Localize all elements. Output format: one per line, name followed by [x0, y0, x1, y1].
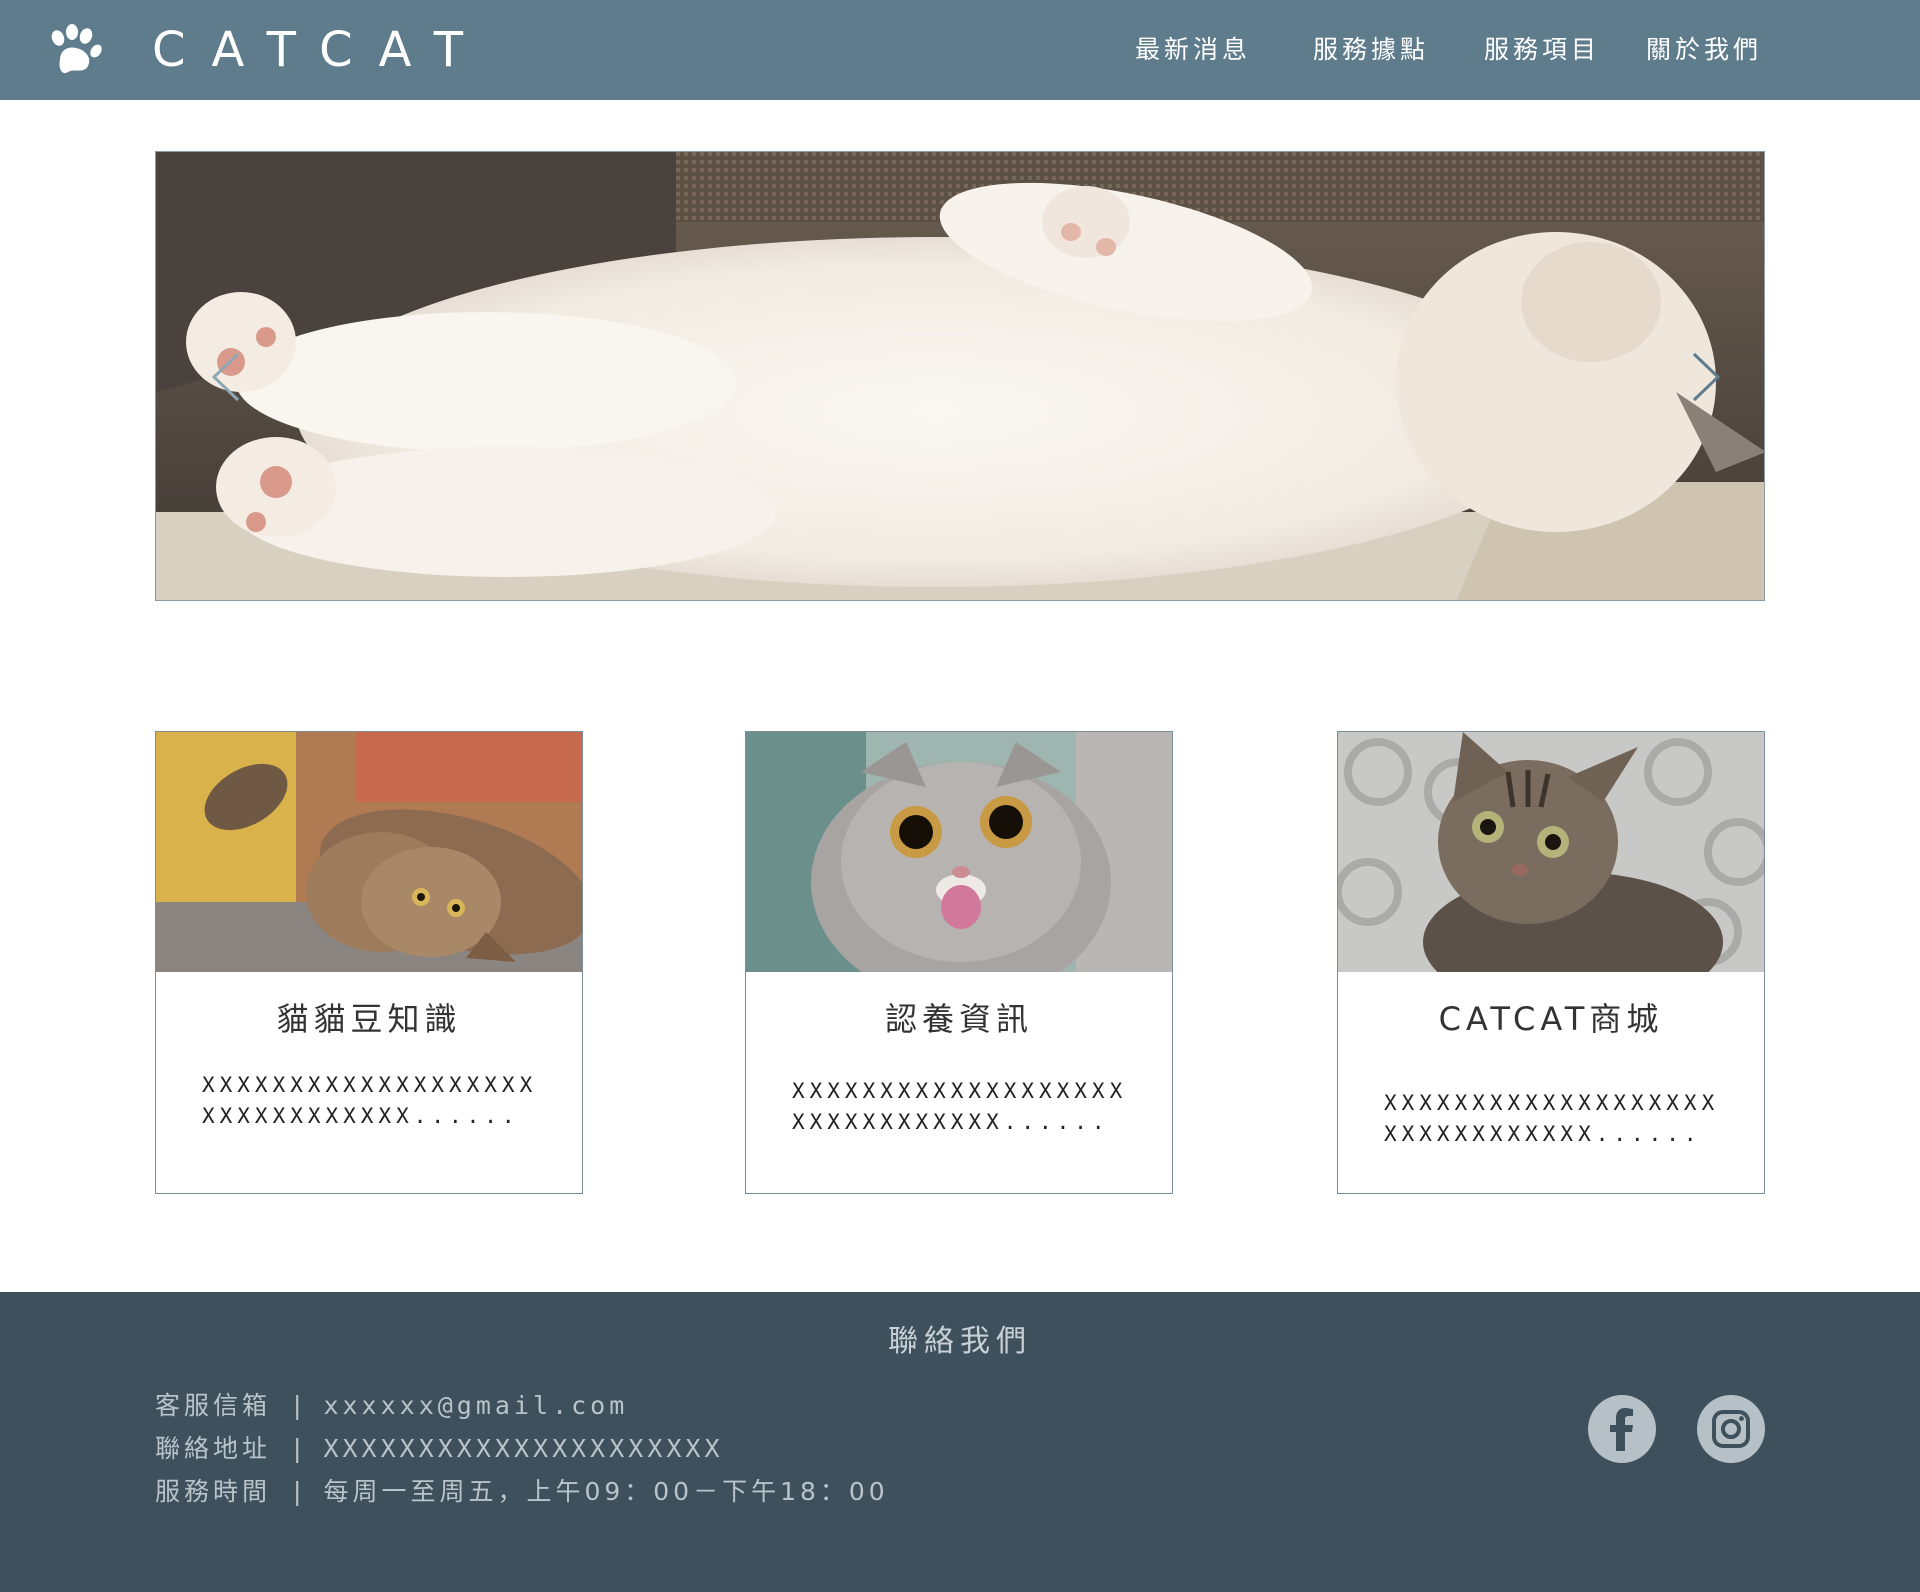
card-image-cat-tongue [746, 732, 1172, 972]
paw-print-icon[interactable] [46, 24, 104, 76]
hero-cat-image [156, 152, 1764, 600]
card-image-tabby-kitten [1338, 732, 1764, 972]
email-value[interactable]: xxxxxx@gmail.com [323, 1391, 628, 1420]
chevron-left-icon[interactable] [196, 342, 256, 412]
nav-services[interactable]: 服務項目 [1484, 30, 1600, 70]
hours-label: 服務時間 [155, 1477, 272, 1506]
separator: | [293, 1434, 306, 1463]
contact-email-row: 客服信箱 | xxxxxx@gmail.com [155, 1386, 628, 1422]
address-label: 聯絡地址 [155, 1434, 272, 1463]
card-title: 認養資訊 [884, 1000, 1033, 1038]
card-adoption-info[interactable]: 認養資訊 XXXXXXXXXXXXXXXXXXXXXXXXXXXXXXX....… [745, 731, 1173, 1194]
site-footer: 聯絡我們 客服信箱 | xxxxxx@gmail.com 聯絡地址 | XXXXXXXX… [0, 1292, 1920, 1592]
contact-us-heading: 聯絡我們 [888, 1324, 1032, 1359]
card-catcat-shop[interactable]: CATCAT商城 XXXXXXXXXXXXXXXXXXXXXXXXXXXXXXX… [1337, 731, 1765, 1194]
hero-carousel[interactable] [155, 151, 1765, 601]
chevron-right-icon[interactable] [1676, 342, 1736, 412]
separator: | [293, 1391, 306, 1420]
nav-latest-news[interactable]: 最新消息 [1135, 30, 1251, 70]
address-value: XXXXXXXXXXXXXXXXXXXXX [323, 1434, 724, 1463]
contact-address-row: 聯絡地址 | XXXXXXXXXXXXXXXXXXXXX [155, 1429, 724, 1465]
card-cat-knowledge[interactable]: 貓貓豆知識 XXXXXXXXXXXXXXXXXXXXXXXXXXXXXXX...… [155, 731, 583, 1194]
facebook-icon[interactable] [1588, 1395, 1656, 1463]
site-header: CATCAT 最新消息 服務據點 服務項目 關於我們 [0, 0, 1920, 100]
hours-value: 每周一至周五，上午09：00－下午18：00 [323, 1477, 889, 1506]
card-description: XXXXXXXXXXXXXXXXXXXXXXXXXXXXXXX...... [202, 1073, 538, 1128]
nav-about-us[interactable]: 關於我們 [1646, 30, 1762, 70]
brand-logo-text[interactable]: CATCAT [152, 22, 489, 78]
card-image-cat-lying [156, 732, 582, 972]
email-label: 客服信箱 [155, 1391, 272, 1420]
card-description: XXXXXXXXXXXXXXXXXXXXXXXXXXXXXXX...... [1384, 1091, 1720, 1146]
separator: | [293, 1477, 306, 1506]
instagram-icon[interactable] [1697, 1395, 1765, 1463]
contact-hours-row: 服務時間 | 每周一至周五，上午09：00－下午18：00 [155, 1472, 889, 1508]
card-description: XXXXXXXXXXXXXXXXXXXXXXXXXXXXXXX...... [792, 1079, 1128, 1134]
card-title: CATCAT商城 [1438, 1000, 1664, 1038]
nav-service-locations[interactable]: 服務據點 [1313, 30, 1429, 70]
card-title: 貓貓豆知識 [276, 1000, 462, 1038]
